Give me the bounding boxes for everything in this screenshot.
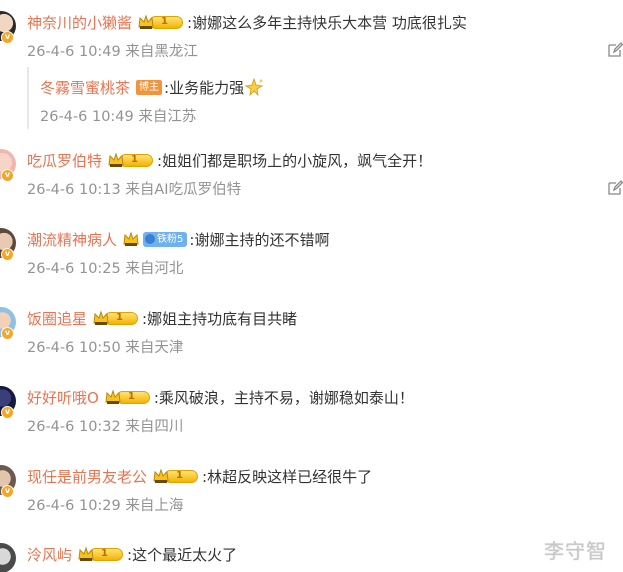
watermark: 李守智 [544, 539, 607, 563]
comment-meta: 26-4-6 10:13 来自AI吃瓜罗伯特 [27, 178, 241, 199]
comment-item: v 潮流精神病人 铁粉5 :谢娜主持的还不错啊 26-4-6 10:25 来自河… [0, 228, 623, 288]
comment-location: 来自四川 [125, 419, 184, 435]
reply-text: :业务能力强 [164, 78, 245, 97]
fan-badge: 铁粉5 [143, 231, 188, 247]
comment-item: v 现任是前男友老公 1 :林超反映这样已经很牛了 26-4-6 10:29 来… [0, 465, 623, 525]
avatar[interactable] [0, 543, 16, 572]
verified-v-icon: v [1, 169, 14, 182]
comment-time: 26-4-6 10:25 [27, 261, 121, 277]
comment-time: 26-4-6 10:32 [27, 419, 121, 435]
avatar[interactable]: v [0, 307, 16, 340]
comment-location: 来自河北 [125, 261, 184, 277]
verified-v-icon: v [1, 406, 14, 419]
crown-icon [122, 230, 140, 248]
comment-item: v 好好听哦O 1 :乘风破浪，主持不易，谢娜稳如泰山！ 26-4-6 10:3… [0, 386, 623, 446]
comment-location: 来自AI吃瓜罗伯特 [125, 182, 242, 198]
reply-time: 26-4-6 10:49 [40, 109, 134, 125]
comment-text: :娜姐主持功底有目共睹 [142, 309, 298, 328]
avatar[interactable]: v [0, 228, 16, 261]
comment-location: 来自黑龙江 [125, 44, 198, 60]
comment-meta: 26-4-6 10:29 来自上海 [27, 494, 183, 515]
edit-icon[interactable] [607, 42, 623, 58]
comment-item: v 吃瓜罗伯特 1 :姐姐们都是职场上的小旋风，飒气全开！ 26-4-6 10:… [0, 149, 623, 209]
reply-username[interactable]: 冬霧雪蜜桃茶 [40, 77, 130, 98]
comment-location: 来自上海 [125, 498, 184, 514]
comment-meta: 26-4-6 10:25 来自河北 [27, 257, 183, 278]
comment-text: :姐姐们都是职场上的小旋风，飒气全开！ [157, 151, 433, 170]
username[interactable]: 饭圈追星 [27, 308, 87, 329]
comment-time: 26-4-6 10:50 [27, 340, 121, 356]
crown-level-icon: 1 [107, 151, 155, 169]
comment-text: :谢娜主持的还不错啊 [189, 230, 330, 249]
verified-v-icon: v [1, 485, 14, 498]
username[interactable]: 神奈川的小獭酱 [27, 12, 132, 33]
crown-level-icon: 1 [152, 467, 200, 485]
username[interactable]: 泠风屿 [27, 544, 72, 565]
comment-item: v 神奈川的小獭酱 1 :谢娜这么多年主持快乐大本营 功底很扎实 26-4-6 … [0, 11, 623, 131]
avatar[interactable]: v [0, 386, 16, 419]
blogger-badge: 博主 [136, 79, 163, 95]
username[interactable]: 潮流精神病人 [27, 229, 117, 250]
verified-v-icon: v [1, 248, 14, 261]
comment-time: 26-4-6 10:49 [27, 44, 121, 60]
verified-v-icon: v [1, 31, 14, 44]
edit-icon[interactable] [607, 180, 623, 196]
reply-box: 冬霧雪蜜桃茶 博主 :业务能力强 26-4-6 10:49 来自江苏 [27, 67, 623, 129]
comment-item: v 饭圈追星 1 :娜姐主持功底有目共睹 26-4-6 10:50 来自天津 [0, 307, 623, 367]
comment-item: 泠风屿 1 :这个最近太火了 [0, 543, 623, 572]
comment-time: 26-4-6 10:13 [27, 182, 121, 198]
reply-location: 来自江苏 [138, 109, 197, 125]
avatar[interactable]: v [0, 465, 16, 498]
sparkle-sticker-icon [245, 78, 264, 96]
comment-text: :这个最近太火了 [127, 545, 238, 564]
username[interactable]: 吃瓜罗伯特 [27, 150, 102, 171]
crown-level-icon: 1 [77, 545, 125, 563]
comment-text: :乘风破浪，主持不易，谢娜稳如泰山！ [153, 388, 414, 407]
crown-level-icon: 1 [104, 388, 152, 406]
reply-meta: 26-4-6 10:49 来自江苏 [40, 105, 196, 126]
crown-level-icon: 1 [137, 13, 185, 31]
comment-meta: 26-4-6 10:32 来自四川 [27, 415, 183, 436]
comment-meta: 26-4-6 10:49 来自黑龙江 [27, 40, 198, 61]
comment-meta: 26-4-6 10:50 来自天津 [27, 336, 183, 357]
comment-time: 26-4-6 10:29 [27, 498, 121, 514]
username[interactable]: 现任是前男友老公 [27, 466, 147, 487]
crown-level-icon: 1 [92, 309, 140, 327]
comment-text: :谢娜这么多年主持快乐大本营 功底很扎实 [187, 13, 467, 32]
comment-location: 来自天津 [125, 340, 184, 356]
avatar[interactable]: v [0, 149, 16, 182]
username[interactable]: 好好听哦O [27, 387, 99, 408]
verified-v-icon: v [1, 327, 14, 340]
avatar[interactable]: v [0, 11, 16, 44]
comment-text: :林超反映这样已经很牛了 [202, 467, 373, 486]
